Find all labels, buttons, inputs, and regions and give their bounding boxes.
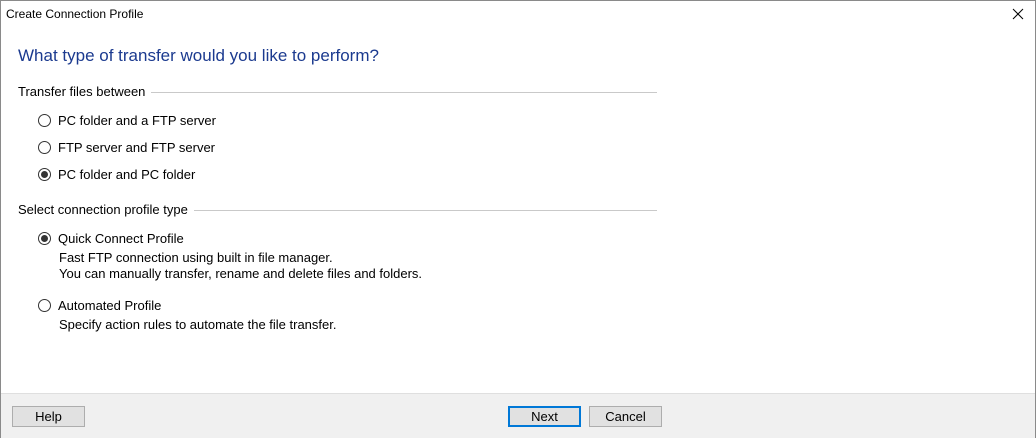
transfer-group-label: Transfer files between [18, 84, 152, 99]
radio-label: Automated Profile [58, 297, 162, 313]
radio-button[interactable] [38, 140, 51, 154]
page-heading: What type of transfer would you like to … [18, 46, 379, 65]
radio-button[interactable] [38, 113, 51, 127]
next-button[interactable]: Next [508, 406, 581, 427]
radio-pc-ftp[interactable]: PC folder and a FTP server [38, 112, 216, 128]
close-button[interactable] [1001, 1, 1035, 27]
quick-connect-desc-line2: You can manually transfer, rename and de… [59, 266, 423, 281]
radio-label: PC folder and PC folder [58, 166, 196, 182]
radio-label: Quick Connect Profile [58, 230, 184, 246]
radio-label: PC folder and a FTP server [58, 112, 216, 128]
radio-button-checked[interactable] [38, 167, 51, 181]
quick-connect-desc-line1: Fast FTP connection using built in file … [59, 250, 333, 265]
cancel-button[interactable]: Cancel [589, 406, 662, 427]
title-bar: Create Connection Profile [1, 1, 1035, 27]
automated-desc: Specify action rules to automate the fil… [59, 317, 337, 332]
radio-automated[interactable]: Automated Profile [38, 297, 161, 313]
profile-group-label: Select connection profile type [18, 202, 194, 217]
dialog-window: Create Connection Profile What type of t… [0, 0, 1036, 438]
radio-button[interactable] [38, 298, 51, 312]
window-title: Create Connection Profile [6, 7, 144, 21]
close-icon [1012, 8, 1024, 20]
radio-quick-connect[interactable]: Quick Connect Profile [38, 230, 184, 246]
help-button[interactable]: Help [12, 406, 85, 427]
button-bar: Help Next Cancel [1, 393, 1035, 438]
radio-button-checked[interactable] [38, 231, 51, 245]
radio-ftp-ftp[interactable]: FTP server and FTP server [38, 139, 215, 155]
radio-pc-pc[interactable]: PC folder and PC folder [38, 166, 195, 182]
radio-label: FTP server and FTP server [58, 139, 216, 155]
